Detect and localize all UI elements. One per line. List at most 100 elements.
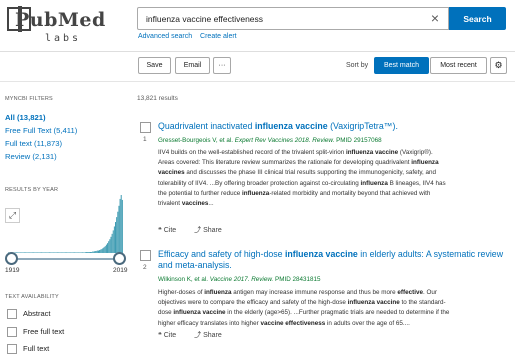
snippet-line: the potential to further reduce influenz… (158, 189, 431, 197)
pmid: PMID 29157068 (336, 137, 382, 144)
snippet-line: tolerability of IIV4. ...By offering bro… (158, 179, 446, 187)
year-count-bar (103, 247, 105, 253)
result-number: 2 (143, 264, 147, 271)
year-count-bar (78, 252, 80, 253)
snippet-line: dose influenza vaccine in the elderly (a… (158, 309, 450, 317)
close-icon[interactable]: × (427, 10, 443, 26)
year-count-bar (61, 252, 63, 253)
year-count-bar (87, 252, 89, 253)
advanced-search-link[interactable]: Advanced search (138, 33, 192, 40)
year-count-bar (39, 252, 41, 253)
start-year-handle[interactable] (5, 252, 18, 265)
year-count-bar (38, 252, 40, 253)
year-count-bar (94, 251, 96, 253)
search-results: 13,821 results 1 Quadrivalent inactivate… (137, 82, 508, 358)
year-count-bar (112, 230, 114, 253)
filter-review[interactable]: Review (2,131) (5, 152, 57, 161)
pubmed-labs-logo[interactable]: PubMed labs (7, 6, 107, 44)
results-toolbar: Save Email ··· Sort by Best match Most r… (0, 52, 515, 81)
year-count-bar (68, 252, 70, 253)
year-count-bar (35, 252, 37, 253)
year-count-bar (82, 252, 83, 253)
filter-free-full-text[interactable]: Free Full Text (5,411) (5, 126, 77, 135)
result-number: 1 (143, 136, 147, 143)
free-full-text-checkbox[interactable] (7, 327, 17, 337)
abstract-checkbox[interactable] (7, 309, 17, 319)
year-count-bar (97, 250, 99, 253)
authors: Gresset-Bourgeois V, et al. (158, 137, 234, 144)
result-title-link[interactable]: Quadrivalent inactivated influenza vacci… (158, 121, 507, 132)
year-count-bar (115, 222, 117, 253)
create-alert-link[interactable]: Create alert (200, 33, 237, 40)
quote-icon[interactable]: ❝ Cite (158, 332, 184, 339)
year-count-bar (104, 246, 106, 253)
filter-full-text[interactable]: Full text (11,873) (5, 139, 62, 148)
year-count-bar (26, 252, 28, 253)
search-input[interactable] (137, 7, 449, 30)
search-button[interactable]: Search (449, 7, 506, 30)
year-count-bar (71, 252, 73, 253)
result-actions: ❝ Cite ⤴ Share (158, 225, 238, 235)
snippet-line: Areas covered: This literature review su… (158, 159, 439, 167)
year-count-bar (121, 199, 123, 253)
sort-label: Sort by (346, 62, 369, 69)
year-count-bar (72, 252, 74, 253)
quote-icon[interactable]: ❝ Cite (158, 227, 184, 234)
year-count-bar (15, 252, 17, 253)
snippet-line: objectives were to compare the efficacy … (158, 299, 446, 307)
year-count-bar (80, 252, 82, 253)
logo-main-text: PubMed (15, 9, 106, 31)
result-checkbox[interactable] (140, 250, 151, 261)
year-count-bar (105, 244, 107, 253)
cite-label: Cite (163, 227, 177, 234)
result-checkbox[interactable] (140, 122, 151, 133)
filter-sidebar: MYNCBI FILTERS All (13,821) Free Full Te… (0, 82, 135, 358)
email-button[interactable]: Email (175, 57, 210, 74)
title-text-after: (VaxigripTetra™). (327, 121, 398, 131)
year-count-bar (79, 252, 81, 253)
year-count-bar (62, 252, 64, 253)
year-count-bar (59, 252, 61, 253)
year-count-bar (22, 252, 24, 253)
year-count-bar (102, 248, 104, 253)
year-count-bar (84, 252, 86, 253)
year-count-bar (46, 252, 48, 253)
year-count-bar (25, 252, 27, 253)
year-count-bar (119, 198, 121, 253)
full-text-checkbox[interactable] (7, 344, 17, 354)
year-count-bar (45, 252, 47, 253)
year-count-bar (91, 252, 93, 253)
year-count-bar (66, 252, 68, 253)
share-icon[interactable]: ⤴ Share (194, 332, 230, 339)
year-count-bar (89, 252, 91, 253)
more-actions-button[interactable]: ··· (213, 57, 231, 74)
year-count-bar (86, 252, 88, 253)
filter-all[interactable]: All (13,821) (5, 113, 46, 122)
snippet-line: IIV4 builds on the well-established reco… (158, 149, 433, 156)
title-highlight: influenza vaccine (284, 249, 358, 259)
year-range-slider-track[interactable] (8, 258, 124, 260)
snippet-line: Higher-doses of influenza antigen may in… (158, 289, 437, 296)
year-count-bar (47, 252, 49, 253)
best-match-button[interactable]: Best match (374, 57, 429, 74)
share-icon[interactable]: ⤴ Share (194, 227, 230, 234)
gear-icon[interactable]: ⚙ (490, 57, 507, 74)
year-count-bar (117, 211, 119, 253)
save-button[interactable]: Save (138, 57, 171, 74)
title-highlight: influenza vaccine (254, 121, 328, 131)
year-count-bar (96, 250, 98, 253)
myncbi-filters-title: MYNCBI FILTERS (5, 96, 53, 102)
most-recent-button[interactable]: Most recent (430, 57, 487, 74)
result-title-link[interactable]: Efficacy and safety of high-dose influen… (158, 249, 507, 271)
title-text-before: Quadrivalent inactivated (158, 121, 255, 131)
result-snippet: Higher-doses of influenza antigen may in… (158, 288, 507, 329)
year-count-bar (110, 236, 112, 253)
year-count-bar (19, 252, 21, 253)
end-year-handle[interactable] (113, 252, 126, 265)
pmid: PMID 28431815 (275, 276, 321, 283)
full-text-label: Full text (23, 344, 50, 353)
results-by-year-histogram (8, 195, 123, 253)
journal: Vaccine 2017 (209, 276, 248, 283)
year-count-bar (116, 217, 118, 253)
year-count-bar (77, 252, 79, 253)
